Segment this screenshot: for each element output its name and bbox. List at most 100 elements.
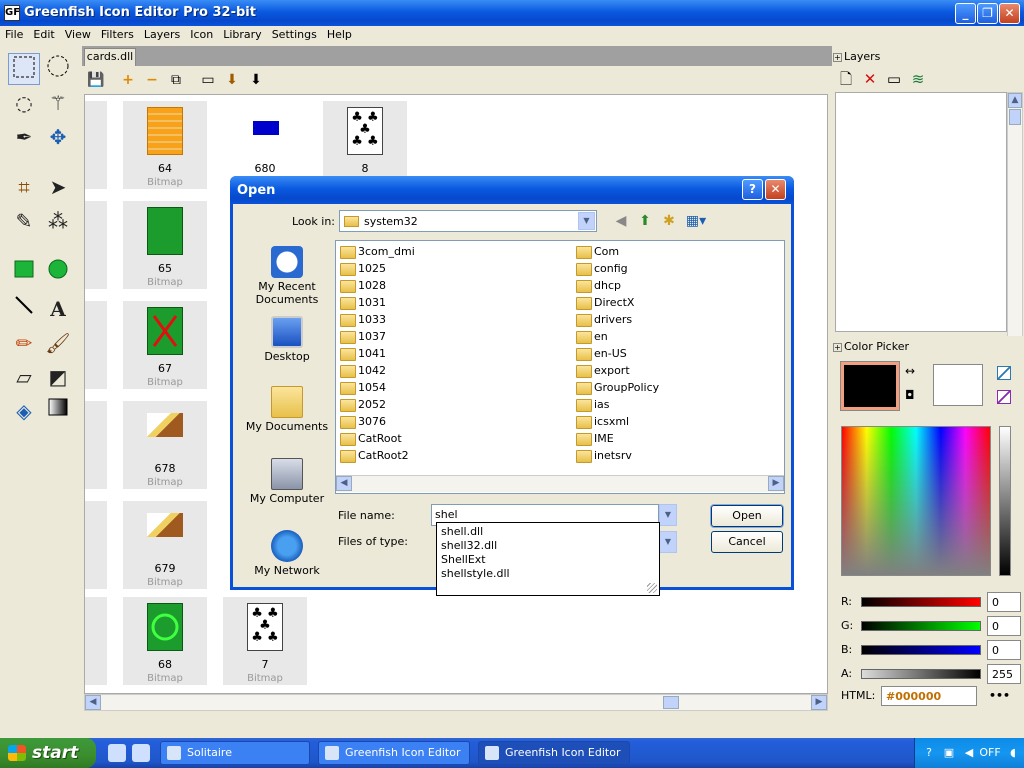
reset-colors-icon[interactable]: ◘: [905, 388, 915, 402]
start-button[interactable]: start: [0, 738, 96, 768]
chevron-down-icon[interactable]: ▼: [578, 212, 595, 230]
folder-item[interactable]: 1025: [340, 261, 386, 278]
show-desktop-icon[interactable]: [132, 744, 150, 762]
task-greenfish-2[interactable]: Greenfish Icon Editor ...: [478, 741, 630, 765]
text-tool-icon[interactable]: A: [42, 293, 74, 325]
view-menu-icon[interactable]: ▦▾: [683, 212, 709, 230]
pen-select-tool-icon[interactable]: ✒: [8, 121, 40, 153]
menu-settings[interactable]: Settings: [267, 26, 322, 41]
icon-cell[interactable]: 67 Bitmap: [123, 301, 207, 389]
file-list-scrollbar[interactable]: ◀ ▶: [336, 475, 784, 492]
back-tray-icon[interactable]: ◀: [961, 745, 977, 761]
color-picker-header[interactable]: + Color Picker: [833, 340, 909, 353]
color-replace-tool-icon[interactable]: ◩: [42, 361, 74, 393]
html-color-input[interactable]: #000000: [881, 686, 977, 706]
chevron-down-icon[interactable]: ▼: [659, 531, 677, 553]
remove-icon[interactable]: −: [142, 70, 162, 90]
menu-layers[interactable]: Layers: [139, 26, 185, 41]
import-icon[interactable]: ⧉: [166, 70, 186, 90]
folder-item[interactable]: Com: [576, 244, 619, 261]
menu-help[interactable]: Help: [322, 26, 357, 41]
icon-cell[interactable]: 68 Bitmap: [123, 597, 207, 685]
speaker-tray-icon[interactable]: ◖: [1005, 745, 1021, 761]
task-greenfish-1[interactable]: Greenfish Icon Editor ...: [318, 741, 470, 765]
expand-icon[interactable]: +: [833, 53, 842, 62]
tray-off-label[interactable]: OFF: [979, 745, 1001, 761]
folder-item[interactable]: 1042: [340, 363, 386, 380]
new-folder-icon[interactable]: ✱: [659, 212, 679, 230]
ellipse-tool-icon[interactable]: [42, 257, 74, 289]
menu-edit[interactable]: Edit: [28, 26, 59, 41]
expand-icon[interactable]: +: [833, 343, 842, 352]
hue-saturation-field[interactable]: [841, 426, 991, 576]
place-recent[interactable]: My Recent Documents: [243, 246, 331, 306]
green-slider[interactable]: [861, 621, 981, 631]
resize-grip-icon[interactable]: [647, 583, 657, 593]
icon-cell[interactable]: 65 Bitmap: [123, 201, 207, 289]
close-button[interactable]: ✕: [999, 3, 1020, 24]
autocomplete-item[interactable]: ShellExt: [441, 553, 486, 566]
alpha-value-input[interactable]: 255: [987, 664, 1021, 684]
scroll-thumb[interactable]: [1009, 109, 1021, 125]
folder-item[interactable]: icsxml: [576, 414, 629, 431]
lasso-tool-icon[interactable]: ◌: [8, 87, 40, 119]
menu-icon[interactable]: Icon: [185, 26, 218, 41]
new-layer-icon[interactable]: 🗋: [837, 70, 855, 88]
layers-header[interactable]: + Layers: [833, 50, 880, 63]
green-value-input[interactable]: 0: [987, 616, 1021, 636]
merge-layers-icon[interactable]: ≋: [909, 70, 927, 88]
scroll-left-icon[interactable]: ◀: [85, 695, 101, 710]
folder-item[interactable]: inetsrv: [576, 448, 632, 465]
blue-slider[interactable]: [861, 645, 981, 655]
autocomplete-item[interactable]: shellstyle.dll: [441, 567, 510, 580]
move-down-icon[interactable]: ⬇: [222, 70, 242, 90]
icon-cell[interactable]: 64 Bitmap: [123, 101, 207, 189]
title-bar[interactable]: GF Greenfish Icon Editor Pro 32-bit _ ❐ …: [0, 0, 1024, 26]
move-tool-icon[interactable]: ✥: [42, 121, 74, 153]
folder-item[interactable]: 1033: [340, 312, 386, 329]
icon-cell[interactable]: 678 Bitmap: [123, 401, 207, 489]
crop-tool-icon[interactable]: ⌗: [8, 171, 40, 203]
folder-item[interactable]: CatRoot: [340, 431, 402, 448]
folder-item[interactable]: 3com_dmi: [340, 244, 415, 261]
icon-cell[interactable]: 679 Bitmap: [123, 501, 207, 589]
no-color-icon[interactable]: [997, 366, 1011, 380]
chevron-down-icon[interactable]: ▼: [659, 504, 677, 526]
rect-select-tool-icon[interactable]: [8, 53, 40, 85]
magic-wand-tool-icon[interactable]: ⚚: [42, 87, 74, 119]
lightness-slider[interactable]: [999, 426, 1011, 576]
place-desktop[interactable]: Desktop: [243, 316, 331, 363]
network-tray-icon[interactable]: ▣: [941, 745, 957, 761]
menu-filters[interactable]: Filters: [96, 26, 139, 41]
folder-item[interactable]: config: [576, 261, 628, 278]
pencil-tool-icon[interactable]: ✏: [8, 327, 40, 359]
file-list[interactable]: 3com_dmi 1025 1028 1031 1033 1037 1041 1…: [335, 240, 785, 494]
red-slider[interactable]: [861, 597, 981, 607]
back-icon[interactable]: ◀: [611, 212, 631, 230]
dialog-title-bar[interactable]: Open ? ✕: [230, 176, 794, 204]
minimize-button[interactable]: _: [955, 3, 976, 24]
dialog-close-button[interactable]: ✕: [765, 179, 786, 200]
icon-cell[interactable]: ♣ ♣ ♣ ♣ ♣ 7 Bitmap: [223, 597, 307, 685]
tab-cards-dll[interactable]: cards.dll: [84, 48, 136, 66]
primary-color-swatch[interactable]: [840, 361, 900, 411]
horizontal-scrollbar[interactable]: ◀ ▶: [84, 694, 828, 711]
place-my-computer[interactable]: My Computer: [243, 458, 331, 505]
delete-layer-icon[interactable]: ✕: [861, 70, 879, 88]
folder-item[interactable]: IME: [576, 431, 614, 448]
menu-view[interactable]: View: [60, 26, 96, 41]
eraser-tool-icon[interactable]: ▱: [8, 361, 40, 393]
swap-colors-icon[interactable]: ↔: [905, 364, 915, 378]
folder-item[interactable]: 3076: [340, 414, 386, 431]
folder-item[interactable]: CatRoot2: [340, 448, 409, 465]
layers-list[interactable]: [835, 92, 1007, 332]
secondary-color-swatch[interactable]: [933, 364, 983, 406]
place-my-network[interactable]: My Network: [243, 530, 331, 577]
autocomplete-item[interactable]: shell.dll: [441, 525, 483, 538]
gradient-tool-icon[interactable]: [42, 395, 74, 427]
task-solitaire[interactable]: Solitaire: [160, 741, 310, 765]
folder-item[interactable]: 1054: [340, 380, 386, 397]
look-in-combo[interactable]: system32 ▼: [339, 210, 597, 232]
folder-item[interactable]: en: [576, 329, 608, 346]
brush-tool-icon[interactable]: 🖌: [42, 327, 74, 359]
